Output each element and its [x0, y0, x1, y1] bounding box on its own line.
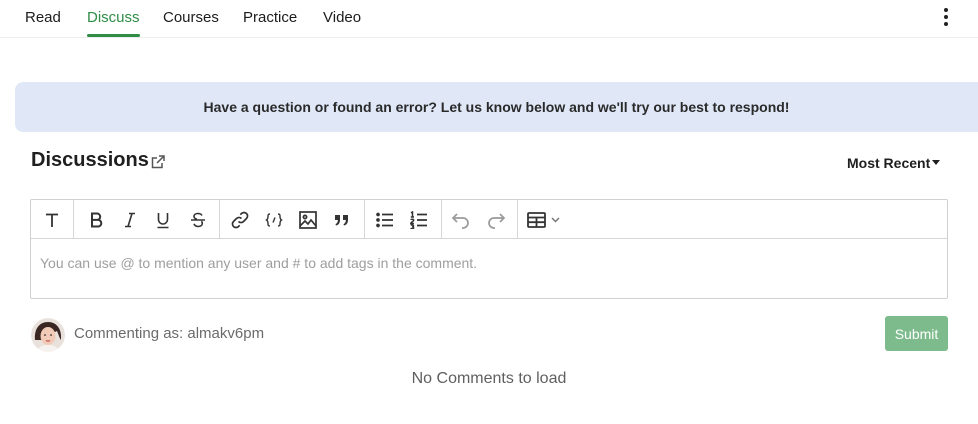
tab-read[interactable]: Read	[25, 0, 61, 37]
top-tab-bar: Read Discuss Courses Practice Video	[0, 0, 978, 38]
bold-icon[interactable]	[85, 209, 107, 231]
italic-icon[interactable]	[119, 209, 141, 231]
submit-button[interactable]: Submit	[885, 316, 948, 351]
tab-discuss[interactable]: Discuss	[87, 0, 140, 37]
text-style-icon[interactable]	[41, 209, 63, 231]
redo-icon[interactable]	[485, 209, 507, 231]
commenting-as-label: Commenting as: almakv6pm	[74, 325, 265, 342]
avatar	[31, 318, 65, 352]
quote-icon[interactable]	[331, 209, 353, 231]
bullet-list-icon[interactable]	[374, 209, 396, 231]
strikethrough-icon[interactable]	[187, 209, 209, 231]
tab-video[interactable]: Video	[323, 0, 361, 37]
sort-dropdown[interactable]: Most Recent	[847, 155, 941, 171]
external-link-icon[interactable]	[150, 154, 166, 170]
banner-text: Have a question or found an error? Let u…	[203, 99, 790, 115]
help-banner: Have a question or found an error? Let u…	[15, 82, 978, 132]
code-block-icon[interactable]	[263, 209, 285, 231]
table-icon[interactable]	[526, 209, 566, 231]
numbered-list-icon[interactable]	[408, 209, 430, 231]
link-icon[interactable]	[229, 209, 251, 231]
discussions-title: Discussions	[31, 149, 149, 171]
sort-label: Most Recent	[847, 155, 931, 171]
tab-courses[interactable]: Courses	[163, 0, 219, 37]
empty-state-text: No Comments to load	[411, 370, 567, 387]
undo-icon[interactable]	[450, 209, 472, 231]
image-icon[interactable]	[297, 209, 319, 231]
underline-icon[interactable]	[152, 209, 174, 231]
comment-input[interactable]: You can use @ to mention any user and # …	[31, 239, 947, 298]
comment-editor: You can use @ to mention any user and # …	[30, 199, 948, 299]
caret-down-icon	[932, 160, 941, 166]
more-options-icon[interactable]	[936, 6, 956, 28]
tab-practice[interactable]: Practice	[243, 0, 297, 37]
editor-toolbar	[31, 200, 947, 239]
